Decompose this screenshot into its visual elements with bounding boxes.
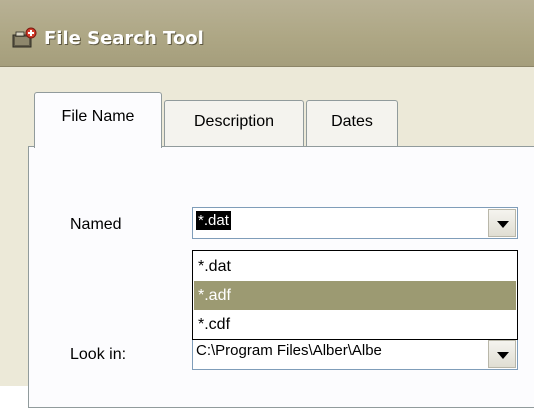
tab-description[interactable]: Description <box>164 100 304 146</box>
named-label: Named <box>70 216 122 233</box>
named-dropdown-button[interactable] <box>488 209 516 237</box>
file-search-window: File Search Tool File Name Description D… <box>0 0 534 408</box>
dropdown-option[interactable]: *.cdf <box>194 310 516 339</box>
window-title: File Search Tool <box>44 28 204 49</box>
named-combobox[interactable]: *.dat <box>192 207 518 239</box>
named-dropdown-list[interactable]: *.dat *.adf *.cdf <box>192 250 518 340</box>
dropdown-option-highlighted[interactable]: *.adf <box>194 281 516 310</box>
tab-file-name[interactable]: File Name <box>34 92 162 148</box>
named-value[interactable]: *.dat <box>196 211 231 230</box>
tab-dates[interactable]: Dates <box>306 100 398 146</box>
look-in-value[interactable]: C:\Program Files\Alber\Albe <box>196 342 486 359</box>
folder-search-icon <box>12 27 37 48</box>
look-in-label: Look in: <box>70 346 127 363</box>
dropdown-option[interactable]: *.dat <box>194 252 516 281</box>
look-in-dropdown-button[interactable] <box>488 340 516 368</box>
title-bar[interactable]: File Search Tool <box>0 0 534 67</box>
look-in-combobox[interactable]: C:\Program Files\Alber\Albe <box>192 338 518 370</box>
